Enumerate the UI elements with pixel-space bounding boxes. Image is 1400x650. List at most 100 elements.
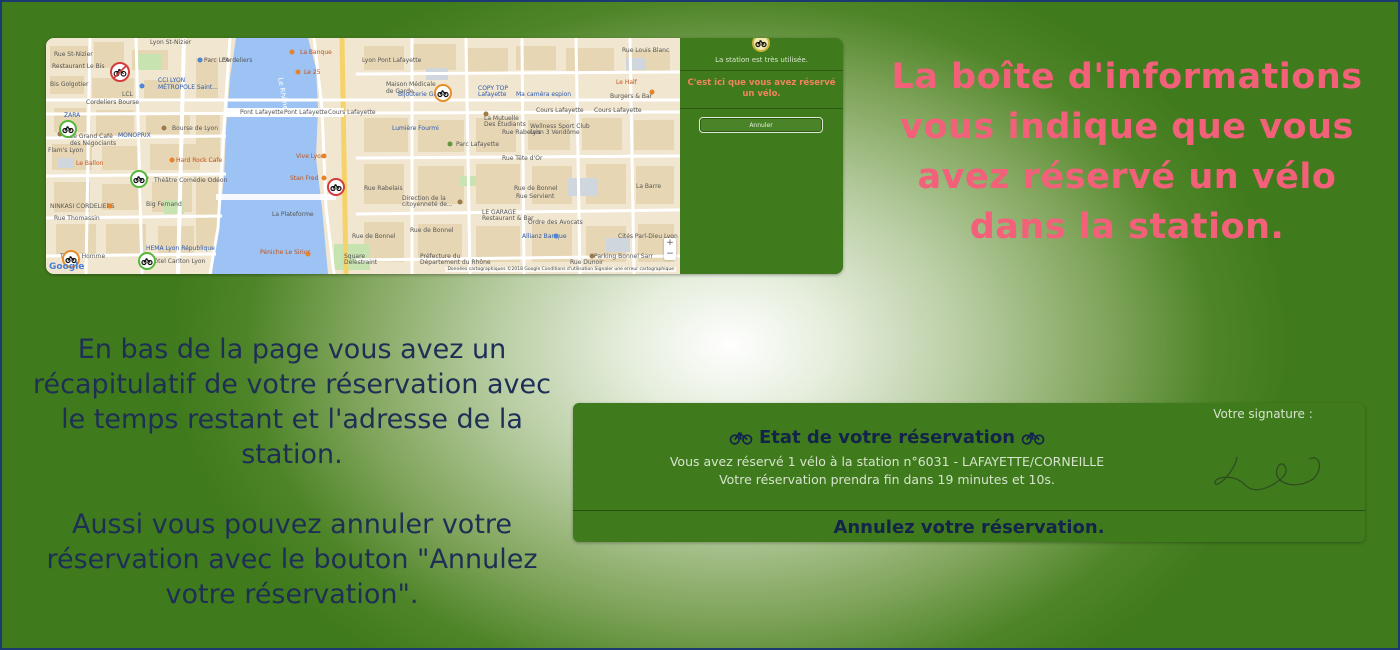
signature-label: Votre signature :: [1213, 407, 1313, 421]
svg-text:Théâtre Comédie Odéon: Théâtre Comédie Odéon: [153, 177, 227, 184]
station-marker-selected[interactable]: [434, 84, 452, 102]
svg-text:NINKASI CORDELIERS: NINKASI CORDELIERS: [50, 203, 115, 210]
reservation-time-left: Votre réservation prendra fin dans 19 mi…: [719, 472, 1055, 487]
svg-text:Big Fernand: Big Fernand: [146, 201, 182, 208]
svg-text:LCL: LCL: [122, 91, 134, 98]
svg-text:Lumière Fourmi: Lumière Fourmi: [392, 125, 439, 132]
slide: Rue St-Nizier Restaurant Le Bis Bis Golg…: [2, 2, 1398, 648]
svg-text:Cours Lafayette: Cours Lafayette: [536, 107, 584, 114]
reservation-title-row: Etat de votre réservation: [573, 427, 1201, 448]
svg-text:citoyenneté de...: citoyenneté de...: [402, 201, 453, 208]
svg-text:Lyon St-Nizier: Lyon St-Nizier: [150, 39, 192, 46]
svg-text:Pont Lafayette: Pont Lafayette: [284, 109, 328, 116]
svg-text:Rue Servient: Rue Servient: [516, 193, 555, 200]
svg-text:La Barre: La Barre: [636, 183, 661, 190]
svg-text:Rue Rabelais: Rue Rabelais: [364, 185, 403, 192]
svg-text:Bis Golgotier: Bis Golgotier: [50, 81, 89, 88]
svg-text:La Plateforme: La Plateforme: [272, 211, 314, 218]
svg-text:Le Half: Le Half: [616, 79, 638, 86]
svg-text:Le Grand Café: Le Grand Café: [70, 133, 113, 140]
svg-text:CCI LYON: CCI LYON: [158, 77, 185, 84]
cancel-explanation: Aussi vous pouvez annuler votre réservat…: [46, 509, 538, 610]
google-logo: Google: [49, 262, 85, 272]
map-canvas[interactable]: Rue St-Nizier Restaurant Le Bis Bis Golg…: [46, 38, 680, 274]
recap-explanation: En bas de la page vous avez un récapitul…: [33, 334, 551, 470]
map-credits[interactable]: Données cartographiques ©2018 Google Con…: [445, 267, 676, 272]
bicycle-icon: [62, 126, 74, 134]
svg-text:MÉTROPOLE Saint...: MÉTROPOLE Saint...: [158, 83, 218, 91]
svg-text:Rue Rabelais: Rue Rabelais: [502, 129, 541, 136]
svg-text:Rue Louis Blanc: Rue Louis Blanc: [622, 47, 669, 54]
svg-text:Parc Lafayette: Parc Lafayette: [456, 141, 499, 148]
station-marker-closed[interactable]: [110, 62, 130, 82]
svg-text:Rue de Bonnel: Rue de Bonnel: [514, 185, 558, 192]
svg-text:Ma caméra espion: Ma caméra espion: [516, 91, 571, 98]
info-box-explanation: La boîte d'informations vous indique que…: [891, 57, 1363, 247]
svg-text:Le 25: Le 25: [304, 69, 321, 76]
no-bicycle-icon: [113, 65, 127, 79]
svg-text:Cordeliers: Cordeliers: [222, 57, 252, 64]
zoom-in-button[interactable]: +: [664, 238, 676, 249]
reservation-station: Vous avez réservé 1 vélo à la station n°…: [669, 454, 1105, 469]
svg-text:Bourse de Lyon: Bourse de Lyon: [172, 125, 218, 132]
signature-canvas[interactable]: [1205, 427, 1325, 497]
svg-text:Cordeliers Bourse: Cordeliers Bourse: [86, 99, 139, 106]
station-marker[interactable]: [130, 170, 148, 188]
svg-text:Maison Médicale: Maison Médicale: [386, 81, 436, 88]
station-status: La station est très utilisée.: [715, 56, 808, 64]
svg-text:Rue Thomassin: Rue Thomassin: [54, 215, 100, 222]
svg-text:Flam's Lyon: Flam's Lyon: [48, 147, 83, 154]
svg-text:Cours Lafayette: Cours Lafayette: [594, 107, 642, 114]
bicycle-icon: [755, 40, 767, 48]
svg-text:Restaurant & Bar: Restaurant & Bar: [482, 215, 534, 222]
bicycle-icon: [133, 176, 145, 184]
svg-text:Rue Tête d'Or: Rue Tête d'Or: [502, 155, 543, 162]
svg-text:Ordre des Avocats: Ordre des Avocats: [528, 219, 583, 226]
svg-text:Parking Bonnel Sarr: Parking Bonnel Sarr: [594, 253, 654, 260]
svg-text:Le Ballon: Le Ballon: [76, 160, 104, 167]
reserved-message: C'est ici que vous avez réservé un vélo.: [687, 78, 836, 99]
svg-text:Rue Dunoir: Rue Dunoir: [570, 259, 604, 266]
svg-text:Hard Rock Cafe: Hard Rock Cafe: [176, 157, 222, 164]
zoom-control[interactable]: + −: [664, 238, 676, 260]
zoom-out-button[interactable]: −: [664, 249, 676, 260]
svg-text:MONOPRIX: MONOPRIX: [118, 132, 151, 139]
svg-text:Rue de Bonnel: Rue de Bonnel: [410, 227, 454, 234]
svg-text:Stan Fred: Stan Fred: [290, 175, 319, 182]
map[interactable]: Rue St-Nizier Restaurant Le Bis Bis Golg…: [46, 38, 680, 274]
cancel-reservation-button[interactable]: Annulez votre réservation.: [573, 511, 1365, 542]
svg-text:Vive Lyon: Vive Lyon: [296, 153, 325, 160]
svg-text:Péniche Le Sirius: Péniche Le Sirius: [260, 249, 311, 256]
panel-divider: [680, 70, 843, 71]
svg-text:Burgers & Bar: Burgers & Bar: [610, 93, 653, 100]
svg-text:Rue de Bonnel: Rue de Bonnel: [352, 233, 396, 240]
station-info-panel: La station est très utilisée. C'est ici …: [680, 38, 843, 274]
svg-text:Lafayette: Lafayette: [478, 91, 507, 98]
svg-text:Hôtel Carlton Lyon: Hôtel Carlton Lyon: [150, 258, 206, 265]
svg-text:Delestraint: Delestraint: [344, 259, 378, 266]
svg-text:Cours Lafayette: Cours Lafayette: [328, 109, 376, 116]
map-card: Rue St-Nizier Restaurant Le Bis Bis Golg…: [46, 38, 843, 274]
svg-text:des Négociants: des Négociants: [70, 140, 116, 147]
svg-text:Pont Lafayette: Pont Lafayette: [240, 109, 284, 116]
reservation-panel: Etat de votre réservation Vous avez rése…: [573, 403, 1365, 542]
reservation-title: Etat de votre réservation: [758, 427, 1016, 448]
svg-text:HEMA Lyon République: HEMA Lyon République: [146, 245, 215, 252]
station-marker[interactable]: [138, 252, 156, 270]
svg-text:Rue St-Nizier: Rue St-Nizier: [54, 51, 93, 58]
bicycle-icon: [141, 258, 153, 266]
svg-text:Lyon Pont Lafayette: Lyon Pont Lafayette: [362, 57, 422, 64]
cancel-button[interactable]: Annuler: [699, 117, 823, 133]
bicycle-icon: [1021, 431, 1045, 445]
station-marker[interactable]: [59, 120, 77, 138]
svg-text:ZARA: ZARA: [64, 112, 81, 119]
station-marker[interactable]: [327, 178, 345, 196]
svg-text:Des Étudiants: Des Étudiants: [484, 120, 526, 128]
svg-text:Département du Rhône: Département du Rhône: [420, 259, 491, 266]
bicycle-icon: [729, 431, 753, 445]
svg-text:Restaurant Le Bis: Restaurant Le Bis: [52, 63, 105, 70]
svg-text:La Banque: La Banque: [300, 49, 332, 56]
station-bicycle-icon: [752, 38, 770, 52]
bicycle-icon: [437, 90, 449, 98]
svg-text:Allianz Banque: Allianz Banque: [522, 233, 567, 240]
